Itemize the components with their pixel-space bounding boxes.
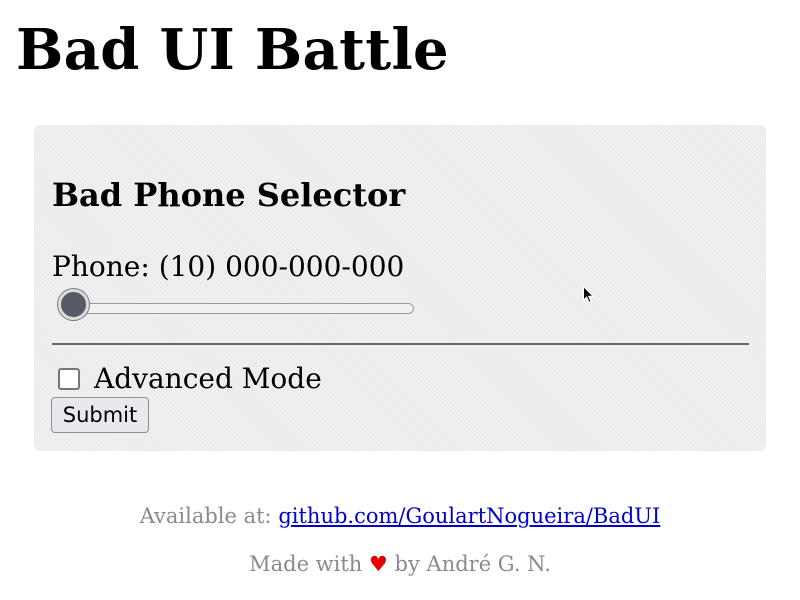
divider	[52, 343, 749, 345]
footer-credit: Made with ♥ by André G. N.	[0, 548, 800, 580]
page-title: Bad UI Battle	[16, 17, 449, 83]
slider-thumb[interactable]	[58, 289, 89, 320]
phone-selector-card: Bad Phone Selector Phone: (10) 000-000-0…	[34, 125, 766, 451]
advanced-mode-label[interactable]: Advanced Mode	[94, 359, 322, 399]
repo-link[interactable]: github.com/GoulartNogueira/BadUI	[278, 504, 660, 528]
phone-display: Phone: (10) 000-000-000	[52, 247, 404, 287]
slider-track[interactable]	[62, 303, 414, 314]
footer-availability: Available at: github.com/GoulartNogueira…	[0, 500, 800, 532]
phone-slider[interactable]	[54, 289, 414, 325]
available-label: Available at:	[139, 504, 272, 528]
made-with-prefix: Made with	[249, 552, 363, 576]
heart-icon: ♥	[369, 552, 388, 576]
mouse-pointer-icon	[583, 286, 594, 303]
submit-button[interactable]: Submit	[51, 397, 149, 433]
phone-value: (10) 000-000-000	[158, 250, 405, 283]
advanced-mode-row[interactable]: Advanced Mode	[58, 359, 322, 399]
made-with-suffix: by André G. N.	[394, 552, 551, 576]
card-title: Bad Phone Selector	[52, 176, 406, 214]
advanced-mode-checkbox[interactable]	[58, 368, 80, 390]
phone-label: Phone:	[52, 250, 150, 283]
